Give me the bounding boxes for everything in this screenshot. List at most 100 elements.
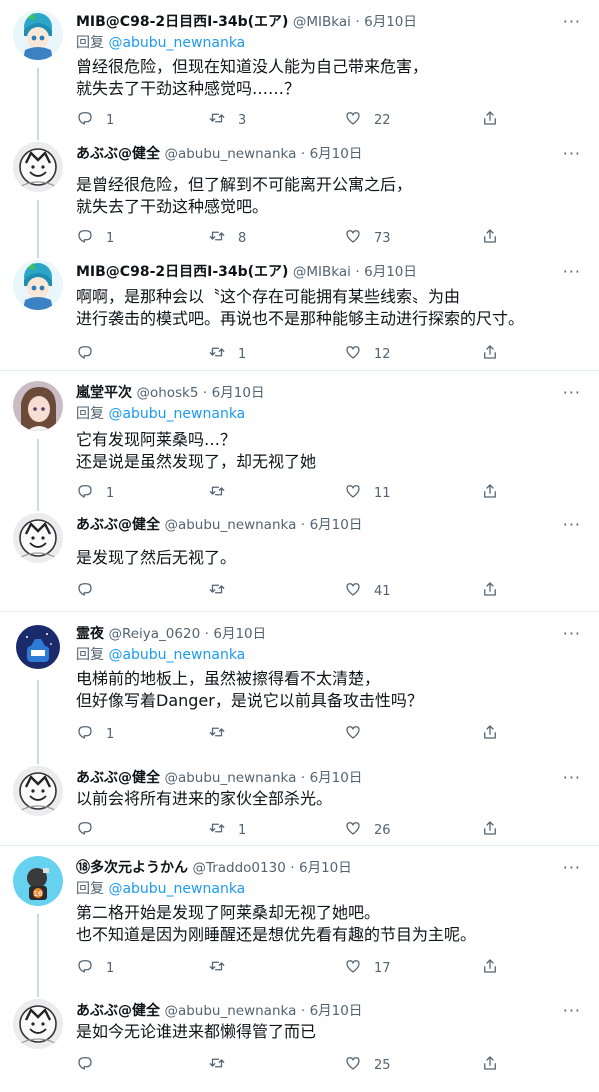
display-name[interactable]: MIB@C98-2日目西Ⅰ-34b(エア) [76,14,288,30]
retweet-button[interactable]: 3 [208,110,246,130]
like-icon[interactable] [344,482,362,504]
like-button[interactable]: 73 [344,228,391,248]
tweet-date[interactable]: 6月10日 [310,146,363,162]
reply-to-handle[interactable]: @abubu_newnanka [108,881,245,897]
user-handle[interactable]: @MIBkai [293,264,351,280]
reply-button[interactable]: 1 [76,724,114,744]
more-icon[interactable]: ··· [563,12,581,31]
reply-icon[interactable] [76,482,94,504]
share-button[interactable] [481,724,499,744]
reply-icon[interactable] [76,343,94,365]
share-icon[interactable] [481,343,499,365]
retweet-icon[interactable] [208,227,226,249]
avatar[interactable] [13,260,63,310]
reply-button[interactable]: 1 [76,228,114,248]
display-name[interactable]: あぶぶ@健全 [76,517,160,533]
avatar[interactable] [13,999,63,1049]
display-name[interactable]: MIB@C98-2日目西Ⅰ-34b(エア) [76,264,288,280]
retweet-icon[interactable] [208,109,226,131]
user-handle[interactable]: @abubu_newnanka [164,1003,296,1019]
reply-button[interactable] [76,344,106,364]
more-icon[interactable]: ··· [563,768,581,787]
like-icon[interactable] [344,109,362,131]
like-icon[interactable] [344,723,362,745]
retweet-icon[interactable] [208,819,226,841]
tweet[interactable]: 嵐堂平次 @ohosk5 · 6月10日 ··· 回复 @abubu_newna… [0,371,599,503]
tweet-date[interactable]: 6月10日 [364,264,417,280]
share-button[interactable] [481,483,499,503]
like-button[interactable]: 25 [344,1055,391,1075]
user-handle[interactable]: @Reiya_0620 [108,626,200,642]
tweet-date[interactable]: 6月10日 [310,517,363,533]
reply-icon[interactable] [76,580,94,602]
reply-button[interactable]: 1 [76,110,114,130]
reply-button[interactable] [76,581,106,601]
more-icon[interactable]: ··· [563,858,581,877]
share-icon[interactable] [481,109,499,131]
tweet[interactable]: あぶぶ@健全 @abubu_newnanka · 6月10日 ··· 是发现了然后… [0,503,599,612]
reply-icon[interactable] [76,957,94,979]
tweet[interactable]: あぶぶ@健全 @abubu_newnanka · 6月10日 ··· 是如今无论谁… [0,989,599,1092]
like-button[interactable]: 26 [344,820,391,840]
display-name[interactable]: ⑱多次元ようかん [76,860,188,876]
user-handle[interactable]: @abubu_newnanka [164,517,296,533]
like-icon[interactable] [344,1054,362,1076]
tweet-date[interactable]: 6月10日 [310,770,363,786]
retweet-button[interactable] [208,581,238,601]
retweet-icon[interactable] [208,580,226,602]
share-icon[interactable] [481,227,499,249]
reply-button[interactable]: 1 [76,483,114,503]
like-button[interactable]: 12 [344,344,391,364]
tweet[interactable]: MIB@C98-2日目西Ⅰ-34b(エア) @MIBkai · 6月10日 ··… [0,0,599,132]
retweet-button[interactable] [208,483,238,503]
user-handle[interactable]: @abubu_newnanka [164,146,296,162]
tweet-date[interactable]: 6月10日 [310,1003,363,1019]
retweet-button[interactable]: 1 [208,820,246,840]
tweet[interactable]: MIB@C98-2日目西Ⅰ-34b(エア) @MIBkai · 6月10日 ··… [0,250,599,371]
reply-icon[interactable] [76,1054,94,1076]
reply-to-handle[interactable]: @abubu_newnanka [108,406,245,422]
share-button[interactable] [481,958,499,978]
reply-icon[interactable] [76,723,94,745]
share-button[interactable] [481,820,499,840]
retweet-button[interactable] [208,724,238,744]
user-handle[interactable]: @Traddo0130 [192,860,285,876]
tweet[interactable]: あぶぶ@健全 @abubu_newnanka · 6月10日 ··· 是曾经很危险… [0,132,599,250]
user-handle[interactable]: @abubu_newnanka [164,770,296,786]
tweet-date[interactable]: 6月10日 [213,626,266,642]
retweet-button[interactable] [208,958,238,978]
display-name[interactable]: あぶぶ@健全 [76,146,160,162]
share-icon[interactable] [481,819,499,841]
avatar[interactable] [13,10,63,60]
retweet-button[interactable]: 1 [208,344,246,364]
like-button[interactable] [344,724,374,744]
like-button[interactable]: 22 [344,110,391,130]
avatar[interactable] [13,622,63,672]
user-handle[interactable]: @MIBkai [293,14,351,30]
tweet[interactable]: 霊夜 @Reiya_0620 · 6月10日 ··· 回复 @abubu_new… [0,612,599,756]
reply-button[interactable] [76,1055,106,1075]
display-name[interactable]: あぶぶ@健全 [76,1003,160,1019]
retweet-icon[interactable] [208,723,226,745]
share-icon[interactable] [481,482,499,504]
display-name[interactable]: 霊夜 [76,626,104,642]
like-icon[interactable] [344,580,362,602]
like-icon[interactable] [344,957,362,979]
tweet-date[interactable]: 6月10日 [364,14,417,30]
more-icon[interactable]: ··· [563,624,581,643]
avatar[interactable] [13,381,63,431]
retweet-icon[interactable] [208,1054,226,1076]
retweet-icon[interactable] [208,957,226,979]
avatar[interactable] [13,513,63,563]
like-button[interactable]: 11 [344,483,391,503]
more-icon[interactable]: ··· [563,1001,581,1020]
share-button[interactable] [481,228,499,248]
more-icon[interactable]: ··· [563,383,581,402]
retweet-button[interactable]: 8 [208,228,246,248]
avatar[interactable] [13,142,63,192]
like-icon[interactable] [344,819,362,841]
reply-button[interactable] [76,820,106,840]
display-name[interactable]: 嵐堂平次 [76,385,132,401]
user-handle[interactable]: @ohosk5 [136,385,198,401]
reply-icon[interactable] [76,109,94,131]
